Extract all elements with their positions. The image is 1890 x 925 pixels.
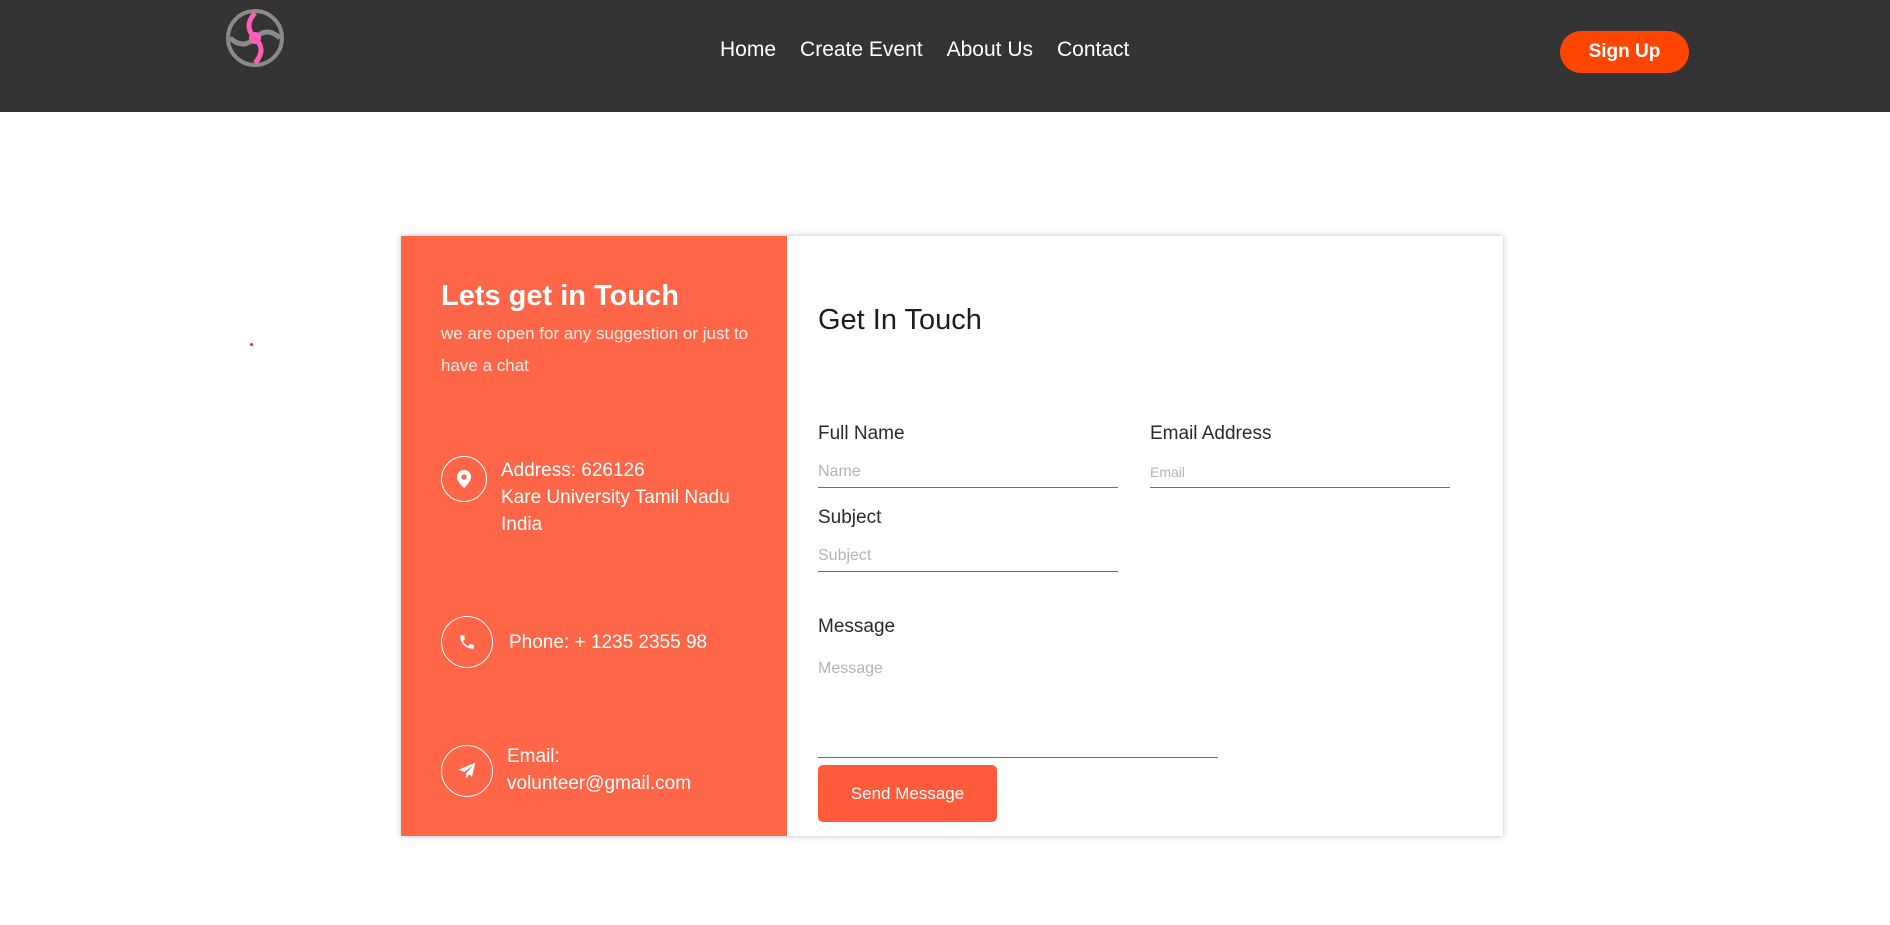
- address-item: Address: 626126 Kare University Tamil Na…: [441, 456, 730, 538]
- message-textarea[interactable]: [818, 650, 1218, 758]
- nav-about-us[interactable]: About Us: [947, 38, 1033, 62]
- main-nav: Home Create Event About Us Contact: [720, 38, 1129, 62]
- address-text: Address: 626126 Kare University Tamil Na…: [501, 457, 730, 538]
- form-title: Get In Touch: [818, 304, 982, 336]
- email-address-label: Email Address: [1150, 423, 1272, 444]
- subject-input[interactable]: [818, 540, 1118, 572]
- phone-icon-circle: [441, 616, 493, 668]
- email-item: Email: volunteer@gmail.com: [441, 745, 691, 797]
- address-line: India: [501, 514, 543, 535]
- nav-contact[interactable]: Contact: [1057, 38, 1129, 62]
- email-address-input[interactable]: [1150, 456, 1450, 488]
- paper-plane-icon-circle: [441, 745, 493, 797]
- email-value: volunteer@gmail.com: [507, 773, 692, 794]
- map-pin-icon: [457, 470, 471, 488]
- nav-home[interactable]: Home: [720, 38, 776, 62]
- phone-text: Phone: + 1235 2355 98: [509, 632, 708, 653]
- map-pin-icon-circle: [441, 456, 487, 502]
- message-label: Message: [818, 616, 896, 637]
- email-text: Email: volunteer@gmail.com: [507, 743, 691, 797]
- email-label: Email:: [507, 746, 560, 767]
- subject-label: Subject: [818, 507, 882, 528]
- decorative-dot: [250, 343, 253, 346]
- full-name-label: Full Name: [818, 423, 905, 444]
- phone-item: Phone: + 1235 2355 98: [441, 616, 707, 668]
- full-name-input[interactable]: [818, 456, 1118, 488]
- info-subtitle: we are open for any suggestion or just t…: [441, 324, 749, 375]
- send-message-button[interactable]: Send Message: [818, 765, 997, 822]
- address-line: Address: 626126: [501, 460, 645, 481]
- logo-icon[interactable]: [226, 9, 284, 67]
- sign-up-button[interactable]: Sign Up: [1560, 31, 1689, 73]
- phone-icon: [460, 635, 474, 649]
- info-title: Lets get in Touch: [441, 280, 679, 312]
- nav-create-event[interactable]: Create Event: [800, 38, 923, 62]
- address-line: Kare University Tamil Nadu: [501, 487, 730, 508]
- top-navbar: Home Create Event About Us Contact Sign …: [0, 0, 1890, 112]
- paper-plane-icon: [458, 762, 476, 779]
- contact-info-panel: Lets get in Touch we are open for any su…: [401, 236, 787, 836]
- contact-card: Lets get in Touch we are open for any su…: [401, 236, 1503, 836]
